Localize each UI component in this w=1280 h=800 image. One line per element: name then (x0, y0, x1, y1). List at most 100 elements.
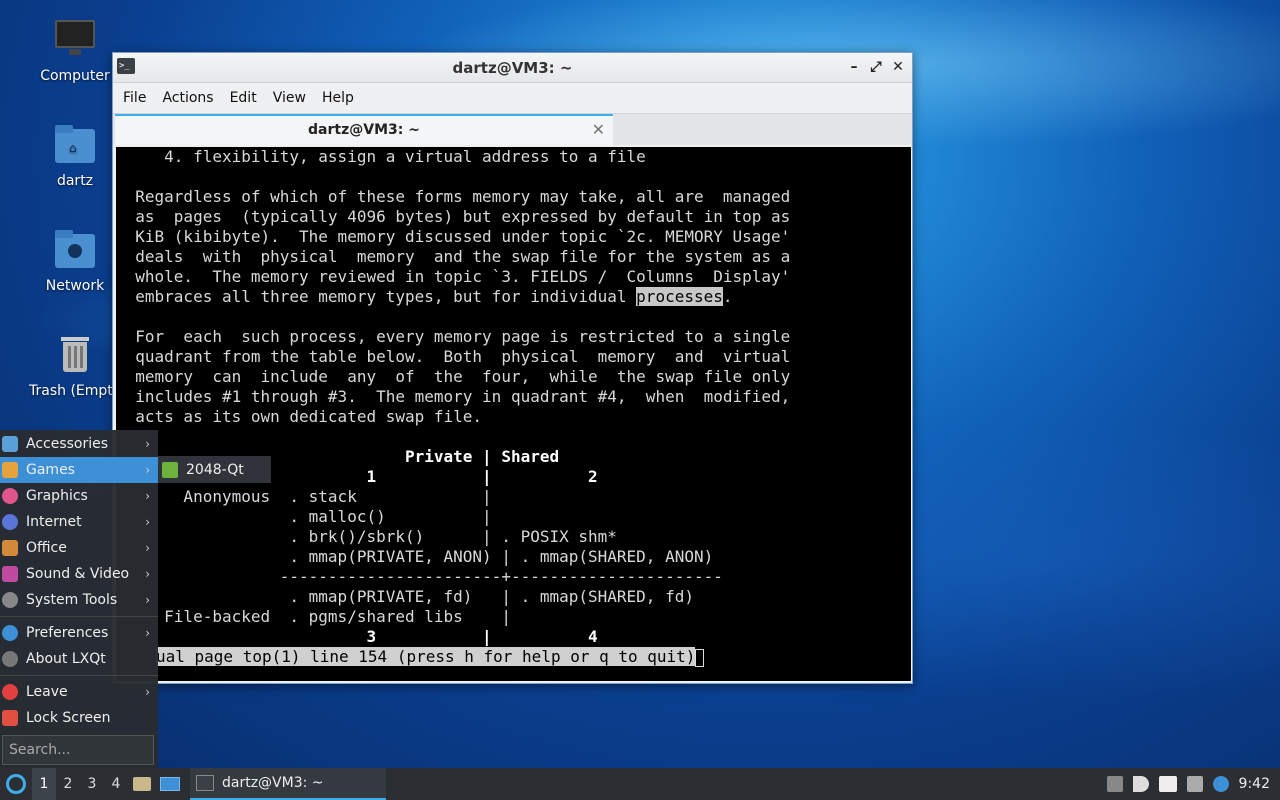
trash-icon (53, 333, 97, 377)
terminal-output[interactable]: 4. flexibility, assign a virtual address… (116, 147, 911, 681)
desktop-icon-label: dartz (56, 173, 94, 189)
system-tools-icon (2, 592, 18, 608)
clock[interactable]: 9:42 (1239, 776, 1270, 792)
system-tray: 9:42 (1106, 768, 1280, 800)
desktop-switch-4[interactable]: 4 (104, 768, 128, 800)
terminal-line: KiB (kibibyte). The memory discussed und… (116, 227, 791, 246)
menu-item-lock-screen[interactable]: Lock Screen (0, 705, 158, 731)
chevron-right-icon: › (145, 626, 150, 640)
menu-help[interactable]: Help (314, 90, 362, 106)
desktop-switch-3[interactable]: 3 (80, 768, 104, 800)
terminal-line: 3 | 4 (116, 627, 598, 646)
power-icon (2, 684, 18, 700)
desktop-switch-1[interactable]: 1 (32, 768, 56, 800)
menu-actions[interactable]: Actions (154, 90, 221, 106)
chevron-right-icon: › (145, 593, 150, 607)
desktop-switch-2[interactable]: 2 (56, 768, 80, 800)
chevron-right-icon: › (145, 685, 150, 699)
terminal-window[interactable]: >_ dartz@VM3: ~ – ⤢ ✕ File Actions Edit … (112, 52, 913, 684)
desktop-icon-label: Computer (40, 68, 110, 84)
accessories-icon (2, 436, 18, 452)
terminal-line: . mmap(PRIVATE, fd) | . mmap(SHARED, fd) (116, 587, 694, 606)
menu-bar: File Actions Edit View Help (113, 83, 912, 113)
terminal-line: quadrant from the table below. Both phys… (116, 347, 791, 366)
menu-item-games[interactable]: Games › (0, 457, 158, 483)
terminal-line: -----------------------+----------------… (116, 567, 723, 586)
terminal-icon (196, 775, 214, 791)
home-folder-icon: ⌂ (53, 123, 97, 167)
game-2048-icon (162, 461, 178, 478)
desktop-icon-trash[interactable]: Trash (Empt (27, 333, 123, 399)
menu-item-office[interactable]: Office › (0, 535, 158, 561)
sound-video-icon (2, 566, 18, 582)
terminal-line: includes #1 through #3. The memory in qu… (116, 387, 791, 406)
terminal-line: . malloc() | (116, 507, 492, 526)
chevron-right-icon: › (145, 489, 150, 503)
menu-view[interactable]: View (265, 90, 314, 106)
menu-separator (0, 616, 158, 617)
network-icon[interactable] (1186, 776, 1203, 792)
menu-item-leave[interactable]: Leave › (0, 679, 158, 705)
menu-item-sound-video[interactable]: Sound & Video › (0, 561, 158, 587)
network-folder-icon (53, 228, 97, 272)
desktop-icon-label: Trash (Empt (29, 383, 113, 399)
desktop-icon-network[interactable]: Network (27, 228, 123, 294)
close-button[interactable]: ✕ (890, 58, 906, 76)
volume-icon[interactable] (1132, 776, 1149, 792)
chevron-right-icon: › (145, 541, 150, 555)
terminal-line: Anonymous . stack | (116, 487, 492, 506)
terminal-line: Regardless of which of these forms memor… (116, 187, 791, 206)
graphics-icon (2, 488, 18, 504)
terminal-line: . mmap(PRIVATE, ANON) | . mmap(SHARED, A… (116, 547, 714, 566)
menu-item-internet[interactable]: Internet › (0, 509, 158, 535)
terminal-line: whole. The memory reviewed in topic `3. … (116, 267, 791, 286)
maximize-button[interactable]: ⤢ (868, 58, 884, 76)
menu-edit[interactable]: Edit (222, 90, 265, 106)
terminal-line: . brk()/sbrk() | . POSIX shm* (116, 527, 617, 546)
games-submenu-item-2048[interactable]: 2048-Qt (158, 456, 271, 483)
terminal-app-icon: >_ (117, 58, 135, 74)
minimize-button[interactable]: – (846, 58, 862, 76)
tab-terminal[interactable]: dartz@VM3: ~ ✕ (115, 114, 613, 145)
window-title: dartz@VM3: ~ (452, 58, 573, 77)
chevron-right-icon: › (145, 463, 150, 477)
terminal-cursor (695, 648, 705, 667)
eject-icon[interactable] (1106, 776, 1123, 792)
games-icon (2, 462, 18, 478)
file-manager-launcher[interactable] (128, 768, 156, 800)
window-titlebar[interactable]: >_ dartz@VM3: ~ – ⤢ ✕ (113, 53, 912, 83)
main-menu-button[interactable] (0, 768, 32, 800)
menu-file[interactable]: File (115, 90, 154, 106)
menu-item-graphics[interactable]: Graphics › (0, 483, 158, 509)
chevron-right-icon: › (145, 437, 150, 451)
show-desktop-button[interactable] (156, 768, 184, 800)
terminal-line: as pages (typically 4096 bytes) but expr… (116, 207, 791, 226)
lxqt-logo-icon (6, 774, 26, 794)
tab-close-icon[interactable]: ✕ (592, 116, 605, 144)
terminal-line: embraces all three memory types, but for… (116, 287, 733, 306)
menu-item-accessories[interactable]: Accessories › (0, 431, 158, 457)
desktop-icon-dartz[interactable]: ⌂ dartz (27, 123, 123, 189)
taskbar: 1 2 3 4 dartz@VM3: ~ 9:42 (0, 768, 1280, 800)
clipboard-icon[interactable] (1158, 776, 1177, 792)
menu-search-input[interactable]: Search... (2, 735, 154, 765)
terminal-line: 4. flexibility, assign a virtual address… (116, 147, 646, 166)
menu-item-preferences[interactable]: Preferences › (0, 620, 158, 646)
office-icon (2, 540, 18, 556)
terminal-line: For each such process, every memory page… (116, 327, 791, 346)
menu-item-about-lxqt[interactable]: About LXQt (0, 646, 158, 672)
desktop-icon-label: Network (45, 278, 105, 294)
menu-item-system-tools[interactable]: System Tools › (0, 587, 158, 613)
terminal-line: deals with physical memory and the swap … (116, 247, 791, 266)
terminal-line: acts as its own dedicated swap file. (116, 407, 483, 426)
desktop-icon (160, 777, 180, 791)
chevron-right-icon: › (145, 515, 150, 529)
tab-bar: dartz@VM3: ~ ✕ (113, 113, 912, 145)
taskbar-task-terminal[interactable]: dartz@VM3: ~ (190, 768, 386, 800)
internet-icon (2, 514, 18, 530)
desktop-icon-computer[interactable]: Computer (27, 18, 123, 84)
notification-icon[interactable] (1212, 776, 1229, 792)
lock-icon (2, 710, 18, 726)
folder-icon (133, 777, 151, 791)
terminal-line: File-backed . pgms/shared libs | (116, 607, 511, 626)
